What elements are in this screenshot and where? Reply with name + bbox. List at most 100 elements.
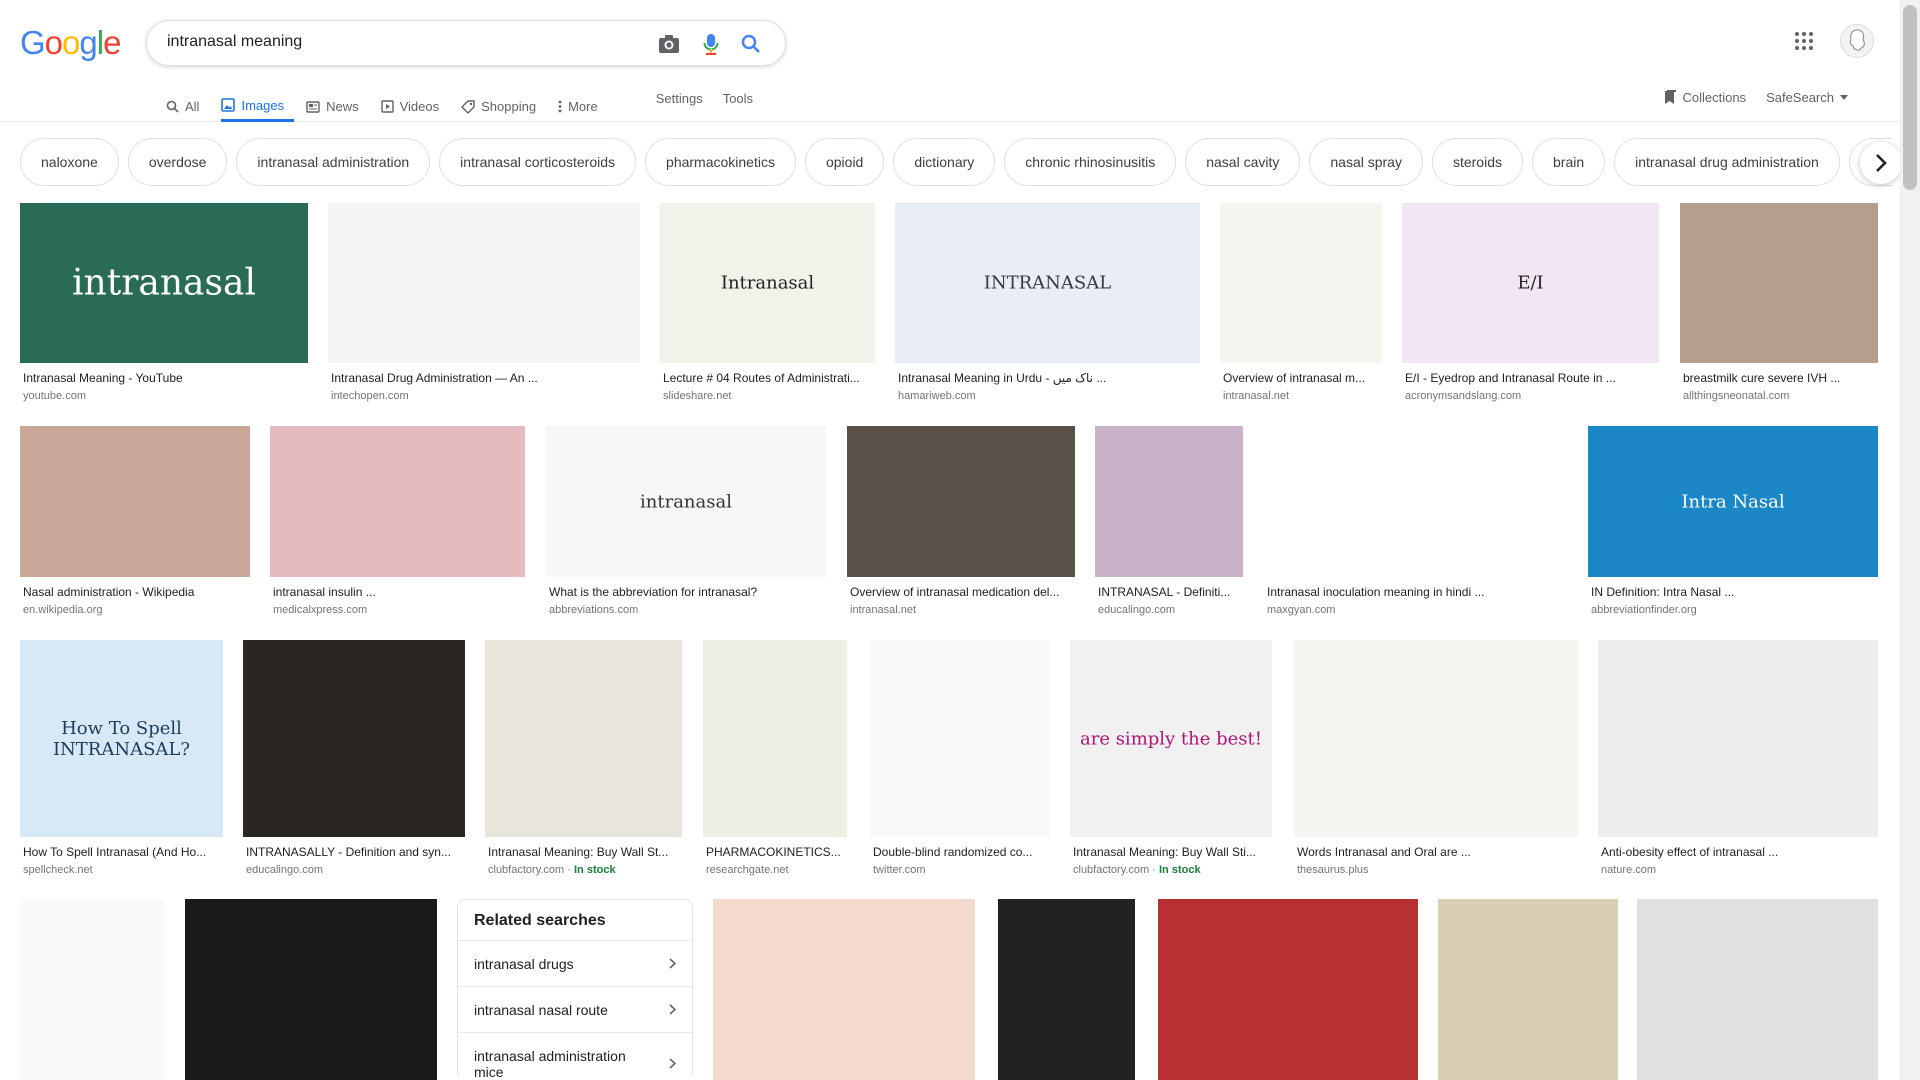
image-result[interactable]: Nasal administration - Wikipedia en.wikip… — [20, 426, 250, 625]
result-caption[interactable]: What is the abbreviation for intranasal? — [549, 585, 823, 599]
result-thumbnail[interactable]: intranasal — [20, 203, 308, 363]
image-result[interactable]: E/I E/I - Eyedrop and Intranasal Route in… — [1402, 203, 1659, 411]
result-caption[interactable]: PHARMACOKINETICS... — [706, 845, 844, 859]
image-result[interactable]: INTRANASAL - Definiti... educalingo.com — [1095, 426, 1243, 625]
image-result[interactable]: How To Spell INTRANASAL? How To Spell Int… — [20, 640, 223, 885]
microphone-icon[interactable] — [699, 32, 723, 56]
related-chip[interactable]: steroids — [1431, 138, 1523, 186]
safesearch-menu[interactable]: SafeSearch — [1766, 90, 1848, 105]
chevron-right-icon[interactable] — [1860, 142, 1902, 184]
image-result[interactable]: INTRANASAL Intranasal Meaning in Urdu - ن… — [895, 203, 1200, 411]
tab-videos[interactable]: Videos — [380, 88, 450, 122]
related-search-item[interactable]: intranasal nasal route — [458, 986, 692, 1032]
search-box[interactable] — [146, 20, 786, 66]
related-chip[interactable]: overdose — [127, 138, 228, 186]
result-thumbnail[interactable] — [1264, 426, 1567, 577]
result-caption[interactable]: How To Spell Intranasal (And Ho... — [23, 845, 220, 859]
result-caption[interactable]: Intranasal Drug Administration — An ... — [331, 371, 637, 385]
avatar[interactable] — [1840, 24, 1874, 58]
scrollbar[interactable] — [1900, 0, 1920, 1080]
result-thumbnail[interactable] — [328, 203, 640, 363]
image-result[interactable] — [713, 899, 975, 1080]
search-input[interactable] — [167, 33, 587, 51]
related-chip[interactable]: intranasal drug administration — [1614, 138, 1840, 186]
tab-shopping[interactable]: Shopping — [461, 88, 546, 122]
image-result[interactable]: intranasal insulin ... medicalxpress.com — [270, 426, 525, 625]
result-thumbnail[interactable] — [1220, 203, 1382, 363]
result-caption[interactable]: intranasal insulin ... — [273, 585, 522, 599]
image-result[interactable]: Words Intranasal and Oral are ... thesaur… — [1294, 640, 1578, 885]
result-caption[interactable]: Intranasal Meaning: Buy Wall Sti... — [1073, 845, 1269, 859]
image-result[interactable] — [20, 899, 165, 1080]
image-result[interactable]: Overview of intranasal m... intranasal.ne… — [1220, 203, 1382, 411]
related-chip[interactable]: chronic rhinosinusitis — [1004, 138, 1177, 186]
related-chip[interactable]: naloxone — [20, 138, 119, 186]
result-thumbnail[interactable] — [485, 640, 682, 837]
result-thumbnail[interactable]: intranasal — [546, 426, 826, 577]
result-caption[interactable]: breastmilk cure severe IVH ... — [1683, 371, 1875, 385]
image-result[interactable]: Intra Nasal IN Definition: Intra Nasal ..… — [1588, 426, 1878, 625]
result-caption[interactable]: Intranasal Meaning - YouTube — [23, 371, 305, 385]
scrollbar-thumb[interactable] — [1903, 5, 1917, 190]
image-result[interactable]: Intranasal Lecture # 04 Routes of Adminis… — [660, 203, 875, 411]
image-result[interactable]: PHARMACOKINETICS... researchgate.net — [703, 640, 847, 885]
image-result[interactable]: Intranasal inoculation meaning in hindi … — [1264, 426, 1567, 625]
result-caption[interactable]: Intranasal Meaning: Buy Wall St... — [488, 845, 679, 859]
image-result[interactable]: Double-blind randomized co... twitter.com — [870, 640, 1050, 885]
tab-news[interactable]: News — [306, 88, 369, 122]
google-logo[interactable]: Google — [20, 24, 121, 62]
related-chip[interactable]: nasal spray — [1309, 138, 1423, 186]
related-chip[interactable]: intranasal corticosteroids — [439, 138, 637, 186]
result-thumbnail[interactable] — [713, 899, 975, 1080]
result-caption[interactable]: Intranasal inoculation meaning in hindi … — [1267, 585, 1564, 599]
result-caption[interactable]: Nasal administration - Wikipedia — [23, 585, 247, 599]
result-thumbnail[interactable] — [1158, 899, 1418, 1080]
related-chip[interactable]: dictionary — [893, 138, 996, 186]
result-caption[interactable]: Intranasal Meaning in Urdu - ناک میں ... — [898, 371, 1197, 385]
image-result[interactable]: are simply the best! Intranasal Meaning: … — [1070, 640, 1272, 885]
apps-grid-icon[interactable] — [1794, 31, 1818, 55]
result-thumbnail[interactable] — [1598, 640, 1878, 837]
related-chip[interactable]: intranasal administration — [236, 138, 431, 186]
result-thumbnail[interactable] — [1095, 426, 1243, 577]
related-search-item[interactable]: intranasal administration mice — [458, 1032, 692, 1080]
result-thumbnail[interactable] — [1680, 203, 1878, 363]
image-result[interactable] — [998, 899, 1135, 1080]
image-result[interactable]: Intranasal Meaning: Buy Wall St... clubfa… — [485, 640, 682, 885]
image-result[interactable] — [185, 899, 437, 1080]
result-caption[interactable]: Words Intranasal and Oral are ... — [1297, 845, 1575, 859]
image-result[interactable]: intranasal What is the abbreviation for i… — [546, 426, 826, 625]
result-thumbnail[interactable] — [870, 640, 1050, 837]
result-thumbnail[interactable] — [1438, 899, 1618, 1080]
camera-icon[interactable] — [657, 32, 681, 56]
result-thumbnail[interactable] — [847, 426, 1075, 577]
result-thumbnail[interactable]: E/I — [1402, 203, 1659, 363]
image-result[interactable] — [1438, 899, 1618, 1080]
image-result[interactable]: Intranasal Drug Administration — An ... i… — [328, 203, 640, 411]
image-result[interactable]: breastmilk cure severe IVH ... allthingsn… — [1680, 203, 1878, 411]
result-thumbnail[interactable] — [270, 426, 525, 577]
tab-more[interactable]: More — [558, 88, 608, 122]
related-search-item[interactable]: intranasal drugs — [458, 940, 692, 986]
related-chip[interactable]: nasal cavity — [1185, 138, 1301, 186]
result-caption[interactable]: INTRANASAL - Definiti... — [1098, 585, 1240, 599]
result-thumbnail[interactable] — [185, 899, 437, 1080]
image-result[interactable] — [1158, 899, 1418, 1080]
result-caption[interactable]: Lecture # 04 Routes of Administrati... — [663, 371, 872, 385]
image-result[interactable]: intranasal Intranasal Meaning - YouTube yo… — [20, 203, 308, 411]
image-result[interactable]: INTRANASALLY - Definition and syn... educ… — [243, 640, 465, 885]
image-result[interactable]: Anti-obesity effect of intranasal ... nat… — [1598, 640, 1878, 885]
result-thumbnail[interactable] — [703, 640, 847, 837]
image-result[interactable]: Overview of intranasal medication del...… — [847, 426, 1075, 625]
result-thumbnail[interactable] — [243, 640, 465, 837]
result-thumbnail[interactable]: are simply the best! — [1070, 640, 1272, 837]
settings-link[interactable]: Settings — [656, 88, 703, 106]
related-chip[interactable]: opioid — [804, 138, 885, 186]
result-caption[interactable]: INTRANASALLY - Definition and syn... — [246, 845, 462, 859]
related-chip[interactable]: pharmacokinetics — [645, 138, 796, 186]
tab-images[interactable]: Images — [221, 88, 295, 122]
image-result[interactable] — [1637, 899, 1878, 1080]
collections-link[interactable]: Collections — [1664, 90, 1746, 105]
result-thumbnail[interactable]: Intra Nasal — [1588, 426, 1878, 577]
result-thumbnail[interactable]: How To Spell INTRANASAL? — [20, 640, 223, 837]
